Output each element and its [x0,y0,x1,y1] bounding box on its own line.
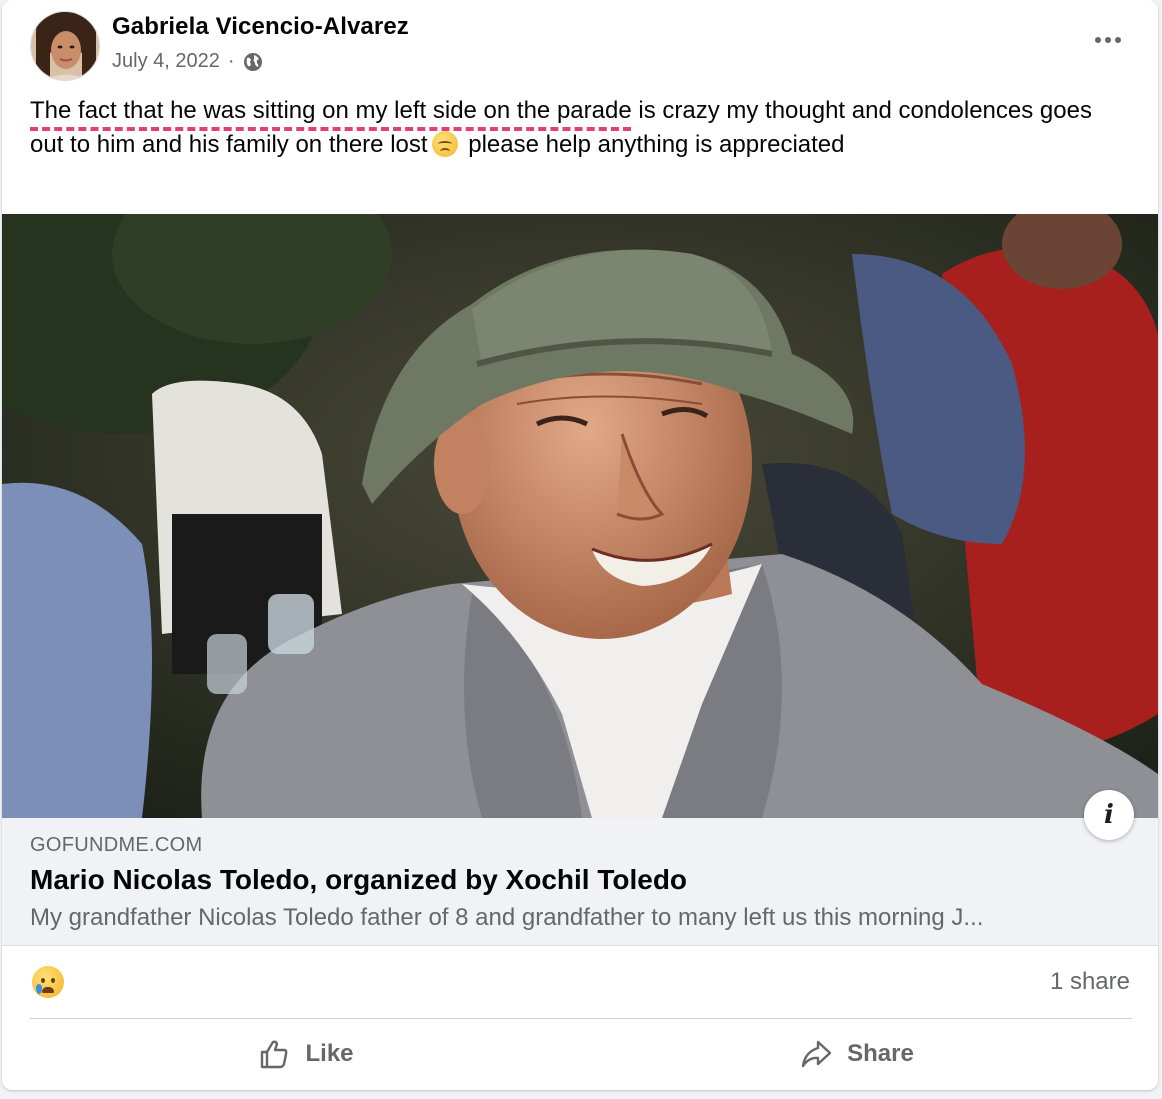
more-options-button[interactable] [1088,26,1128,54]
author-name[interactable]: Gabriela Vicencio-Alvarez [112,13,409,41]
reactions-bar: 1 share [30,962,1130,1006]
like-button[interactable]: Like [30,1024,581,1084]
dot [1095,37,1101,43]
share-count[interactable]: 1 share [1050,968,1130,996]
link-domain: GOFUNDME.COM [30,834,203,856]
like-label: Like [305,1040,354,1067]
link-description: My grandfather Nicolas Toledo father of … [30,904,984,931]
mouth [42,987,54,993]
thumbs-up-icon [261,1040,288,1069]
share-arrow-icon [801,1040,832,1068]
link-preview[interactable]: GOFUNDME.COM Mario Nicolas Toledo, organ… [2,818,1158,946]
divider [30,1018,1132,1019]
post-actions: Like Share [30,1024,1132,1084]
link-title[interactable]: Mario Nicolas Toledo, organized by Xochi… [30,864,687,896]
crying-face-emoji-icon[interactable] [32,966,64,998]
post-text-end: please help anything is appreciated [461,131,845,158]
tear [36,984,42,994]
share-button[interactable]: Share [581,1024,1132,1084]
post-meta: July 4, 2022 · [112,50,263,73]
meta-separator: · [227,50,235,72]
facebook-post: Gabriela Vicencio-Alvarez July 4, 2022 ·… [2,0,1158,1090]
post-text-highlighted: The fact that he was sitting on my left … [30,97,632,124]
dot [1105,37,1111,43]
eye [51,978,55,983]
globe-icon [243,52,263,72]
info-icon[interactable]: i [1084,790,1134,840]
eye [41,978,45,983]
link-preview-image[interactable] [2,214,1158,818]
avatar[interactable] [30,11,100,81]
post-date[interactable]: July 4, 2022 [112,50,220,73]
post-text: The fact that he was sitting on my left … [30,94,1130,162]
share-label: Share [847,1040,914,1067]
disappointed-face-emoji-icon [431,131,458,157]
dot [1115,37,1121,43]
